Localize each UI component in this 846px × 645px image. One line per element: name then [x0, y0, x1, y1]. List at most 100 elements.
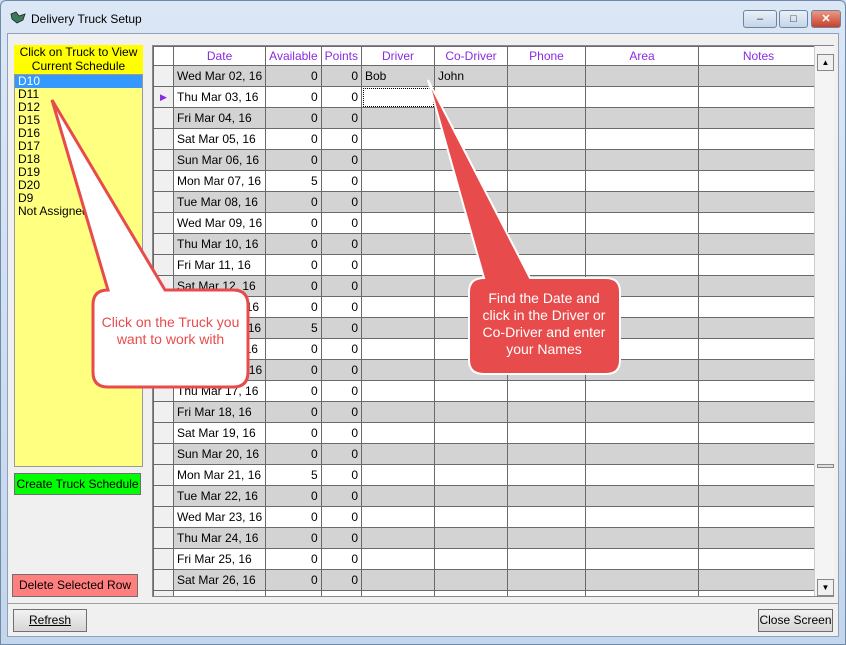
cell-driver[interactable]: [361, 464, 435, 486]
refresh-button[interactable]: Refresh: [13, 609, 87, 632]
column-header-co-driver[interactable]: Co-Driver: [434, 46, 508, 66]
cell-available[interactable]: 0: [265, 65, 322, 87]
cell-date[interactable]: Sun Mar 20, 16: [172, 443, 267, 465]
cell-available[interactable]: 5: [265, 317, 322, 339]
maximize-button[interactable]: □: [779, 10, 808, 28]
cell-available[interactable]: 0: [265, 548, 322, 570]
cell-points[interactable]: 0: [320, 128, 363, 150]
cell-phone[interactable]: [507, 380, 586, 402]
cell-points[interactable]: 0: [320, 212, 363, 234]
cell-notes[interactable]: [698, 233, 819, 255]
cell-available[interactable]: 0: [265, 443, 322, 465]
cell-date[interactable]: Sun Mar 27, 16: [172, 590, 267, 596]
cell-phone[interactable]: [507, 254, 586, 276]
cell-points[interactable]: 0: [320, 338, 363, 360]
cell-co-driver[interactable]: [434, 86, 508, 108]
cell-driver[interactable]: [361, 443, 435, 465]
cell-available[interactable]: 0: [265, 254, 322, 276]
table-row[interactable]: Sat Mar 26, 16 0 0: [153, 569, 819, 591]
cell-area[interactable]: [585, 548, 699, 570]
create-truck-schedule-button[interactable]: Create Truck Schedule: [14, 473, 141, 495]
cell-notes[interactable]: [698, 569, 819, 591]
cell-co-driver[interactable]: [434, 527, 508, 549]
cell-phone[interactable]: [507, 548, 586, 570]
cell-area[interactable]: [585, 212, 699, 234]
column-header-points[interactable]: Points: [320, 46, 363, 66]
cell-area[interactable]: [585, 527, 699, 549]
cell-available[interactable]: 0: [265, 233, 322, 255]
cell-co-driver[interactable]: [434, 128, 508, 150]
cell-area[interactable]: [585, 149, 699, 171]
cell-area[interactable]: [585, 65, 699, 87]
table-row[interactable]: Fri Mar 11, 16 0 0: [153, 254, 819, 276]
row-selector[interactable]: [153, 128, 174, 150]
cell-notes[interactable]: [698, 86, 819, 108]
cell-available[interactable]: 0: [265, 380, 322, 402]
cell-notes[interactable]: [698, 254, 819, 276]
cell-co-driver[interactable]: [434, 401, 508, 423]
table-row[interactable]: Sun Mar 27, 1600: [153, 590, 819, 596]
cell-date[interactable]: Mon Mar 07, 16: [172, 170, 267, 192]
cell-notes[interactable]: [698, 527, 819, 549]
row-selector[interactable]: [153, 380, 174, 402]
cell-notes[interactable]: [698, 296, 819, 318]
table-row[interactable]: Sun Mar 06, 16 0 0: [153, 149, 819, 171]
cell-available[interactable]: 0: [265, 149, 322, 171]
close-window-button[interactable]: ✕: [811, 10, 841, 28]
cell-area[interactable]: [585, 380, 699, 402]
cell-points[interactable]: 0: [320, 569, 363, 591]
cell-available[interactable]: 0: [265, 212, 322, 234]
cell-driver[interactable]: [361, 86, 435, 108]
cell-phone[interactable]: [507, 65, 586, 87]
cell-points[interactable]: 0: [320, 170, 363, 192]
cell-area[interactable]: [585, 443, 699, 465]
column-header-driver[interactable]: Driver: [361, 46, 435, 66]
cell-driver[interactable]: [361, 149, 435, 171]
cell-date[interactable]: Fri Mar 25, 16: [172, 548, 267, 570]
cell-notes[interactable]: [698, 317, 819, 339]
cell-co-driver[interactable]: [434, 233, 508, 255]
row-selector[interactable]: [153, 170, 174, 192]
cell-phone[interactable]: [507, 590, 586, 596]
cell-co-driver[interactable]: [434, 254, 508, 276]
cell-co-driver[interactable]: [434, 212, 508, 234]
cell-available[interactable]: 5: [265, 464, 322, 486]
cell-phone[interactable]: [507, 464, 586, 486]
cell-points[interactable]: 0: [320, 443, 363, 465]
row-selector[interactable]: [153, 422, 174, 444]
cell-driver[interactable]: [361, 275, 435, 297]
row-selector[interactable]: [153, 464, 174, 486]
table-row[interactable]: Mon Mar 21, 16 5 0: [153, 464, 819, 486]
cell-area[interactable]: [585, 401, 699, 423]
cell-notes[interactable]: [698, 128, 819, 150]
cell-date[interactable]: Thu Mar 17, 16: [172, 380, 267, 402]
table-row[interactable]: Mon Mar 07, 16 5 0: [153, 170, 819, 192]
cell-phone[interactable]: [507, 86, 586, 108]
cell-phone[interactable]: [507, 233, 586, 255]
cell-area[interactable]: [585, 569, 699, 591]
truck-list[interactable]: D10 D11 D12 D15 D16 D17 D18 D19 D20 D9 Not Assigne…: [14, 74, 143, 467]
cell-notes[interactable]: [698, 590, 819, 596]
row-selector[interactable]: [153, 527, 174, 549]
cell-driver[interactable]: [361, 359, 435, 381]
cell-co-driver[interactable]: [434, 170, 508, 192]
cell-co-driver[interactable]: [434, 422, 508, 444]
cell-points[interactable]: 0: [320, 86, 363, 108]
cell-notes[interactable]: [698, 401, 819, 423]
cell-driver[interactable]: [361, 254, 435, 276]
cell-phone[interactable]: [507, 443, 586, 465]
cell-driver[interactable]: [361, 338, 435, 360]
cell-date[interactable]: Wed Mar 23, 16: [172, 506, 267, 528]
row-selector[interactable]: [153, 212, 174, 234]
row-selector[interactable]: [153, 233, 174, 255]
cell-area[interactable]: [585, 422, 699, 444]
row-selector[interactable]: [153, 401, 174, 423]
cell-co-driver[interactable]: [434, 464, 508, 486]
cell-co-driver[interactable]: [434, 107, 508, 129]
cell-notes[interactable]: [698, 191, 819, 213]
cell-notes[interactable]: [698, 359, 819, 381]
cell-notes[interactable]: [698, 485, 819, 507]
cell-date[interactable]: Sat Mar 12, 16: [172, 275, 267, 297]
cell-notes[interactable]: [698, 380, 819, 402]
delete-selected-row-button[interactable]: Delete Selected Row: [12, 574, 138, 597]
